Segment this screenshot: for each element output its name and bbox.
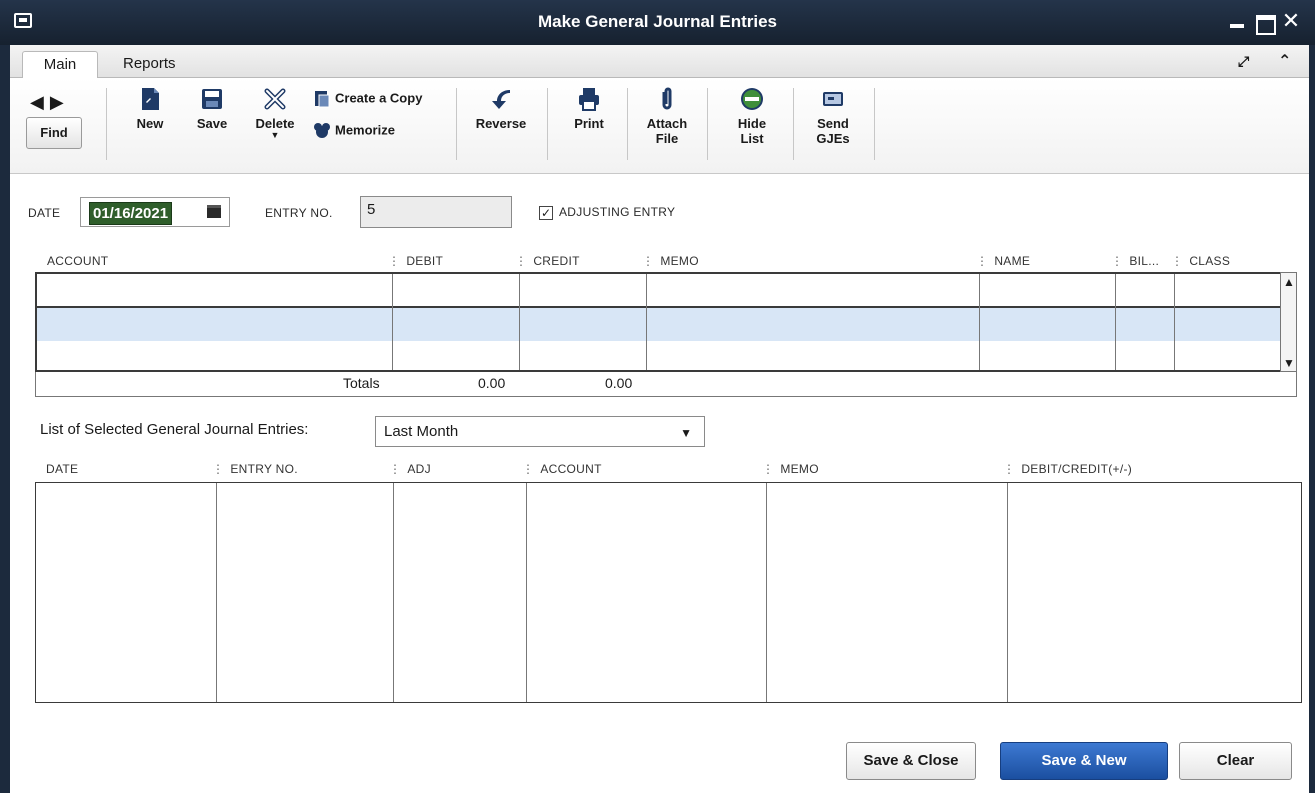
column-header-name[interactable]: ⋮ NAME	[976, 254, 1030, 268]
totals-label: Totals	[343, 375, 380, 391]
calendar-icon[interactable]	[207, 205, 221, 218]
column-header-billable[interactable]: ⋮ BIL...	[1111, 254, 1159, 268]
list-divider	[216, 483, 217, 702]
delete-button[interactable]: Delete ▼	[250, 86, 300, 140]
minimize-icon[interactable]	[1226, 10, 1248, 32]
grid-divider	[1115, 274, 1116, 370]
save-disk-icon	[202, 89, 222, 109]
toolbar: ◀▶ Find New Save Delete ▼ Create a Copy …	[10, 78, 1309, 174]
column-header-memo[interactable]: ⋮ MEMO	[642, 254, 699, 268]
save-new-button[interactable]: Save & New	[1000, 742, 1168, 780]
maximize-icon[interactable]	[1253, 10, 1276, 35]
expand-icon[interactable]: ⤢	[1238, 53, 1249, 70]
period-filter-dropdown[interactable]: Last Month ▼	[375, 416, 705, 447]
print-button[interactable]: Print	[568, 86, 610, 131]
grid-divider	[979, 274, 980, 370]
title-bar: Make General Journal Entries ✕	[0, 0, 1315, 45]
scroll-up-icon[interactable]: ▲	[1283, 275, 1295, 289]
close-icon[interactable]: ✕	[1280, 10, 1302, 32]
paperclip-icon	[662, 87, 672, 110]
toolbar-separator	[627, 88, 628, 160]
grid-divider	[646, 274, 647, 370]
send-mail-icon	[823, 92, 843, 106]
printer-icon	[579, 88, 599, 111]
date-field[interactable]: 01/16/2021	[80, 197, 230, 227]
list-header-date[interactable]: DATE	[46, 462, 78, 476]
list-label: List of Selected General Journal Entries…	[40, 421, 309, 438]
hide-list-icon	[741, 88, 763, 110]
send-gjes-button[interactable]: Send GJEs	[810, 86, 856, 146]
journal-window: Make General Journal Entries ✕ Main Repo…	[0, 0, 1315, 793]
list-divider	[1007, 483, 1008, 702]
entry-no-label: ENTRY NO.	[265, 206, 333, 220]
column-header-credit[interactable]: ⋮ CREDIT	[515, 254, 580, 268]
entry-row-selected[interactable]	[37, 308, 1280, 341]
reverse-button[interactable]: Reverse	[468, 86, 534, 131]
save-close-button[interactable]: Save & Close	[846, 742, 976, 780]
new-button[interactable]: New	[132, 86, 168, 131]
chevron-down-icon[interactable]: ▼	[680, 426, 692, 440]
journal-entry-grid[interactable]	[35, 272, 1282, 372]
date-label: DATE	[28, 206, 61, 220]
list-header-entry-no[interactable]: ⋮ ENTRY NO.	[212, 462, 298, 476]
clear-button[interactable]: Clear	[1179, 742, 1292, 780]
tab-main[interactable]: Main	[22, 51, 98, 79]
delete-x-icon	[264, 88, 286, 110]
attach-file-button[interactable]: Attach File	[644, 86, 690, 146]
toolbar-separator	[707, 88, 708, 160]
copy-icon	[315, 91, 330, 108]
list-header-debit-credit[interactable]: ⋮ DEBIT/CREDIT(+/-)	[1003, 462, 1132, 476]
save-button[interactable]: Save	[194, 86, 230, 131]
total-credit: 0.00	[605, 375, 633, 391]
tab-reports[interactable]: Reports	[113, 51, 186, 79]
memorize-button[interactable]: Memorize	[313, 122, 395, 140]
column-header-account[interactable]: ACCOUNT	[47, 254, 108, 268]
hide-list-button[interactable]: Hide List	[731, 86, 773, 146]
memorize-icon	[314, 123, 330, 138]
list-header-memo[interactable]: ⋮ MEMO	[762, 462, 819, 476]
entry-no-field[interactable]: 5	[360, 196, 512, 228]
new-document-icon	[142, 88, 159, 110]
toolbar-separator	[793, 88, 794, 160]
entry-row[interactable]	[37, 274, 1280, 308]
create-copy-button[interactable]: Create a Copy	[313, 90, 422, 108]
adjusting-entry-label: ADJUSTING ENTRY	[559, 205, 676, 219]
date-value[interactable]: 01/16/2021	[89, 202, 173, 225]
list-divider	[766, 483, 767, 702]
list-divider	[393, 483, 394, 702]
toolbar-separator	[456, 88, 457, 160]
scroll-down-icon[interactable]: ▼	[1283, 356, 1295, 370]
list-header-adj[interactable]: ⋮ ADJ	[389, 462, 431, 476]
list-header-account[interactable]: ⋮ ACCOUNT	[522, 462, 602, 476]
toolbar-separator	[547, 88, 548, 160]
window-title: Make General Journal Entries	[537, 12, 778, 31]
delete-dropdown-icon[interactable]: ▼	[250, 131, 300, 140]
grid-divider	[1174, 274, 1175, 370]
column-header-debit[interactable]: ⋮ DEBIT	[388, 254, 443, 268]
find-button[interactable]: Find	[26, 117, 82, 149]
grid-divider	[392, 274, 393, 370]
total-debit: 0.00	[478, 375, 506, 391]
reverse-arrow-icon	[492, 90, 510, 109]
period-filter-value: Last Month	[384, 423, 459, 440]
adjusting-entry-checkbox[interactable]: ✓	[539, 206, 553, 220]
entry-grid-scrollbar[interactable]: ▲ ▼	[1280, 272, 1297, 372]
column-header-class[interactable]: ⋮ CLASS	[1171, 254, 1230, 268]
list-divider	[526, 483, 527, 702]
toolbar-separator	[106, 88, 107, 160]
grid-divider	[519, 274, 520, 370]
journal-entries-list[interactable]	[35, 482, 1302, 703]
toolbar-separator	[874, 88, 875, 160]
totals-row: Totals 0.00 0.00	[35, 372, 1297, 397]
tab-bar: Main Reports ⤢ ⌃	[10, 45, 1309, 79]
chevron-up-icon[interactable]: ⌃	[1278, 51, 1291, 71]
prev-next-arrows-icon[interactable]: ◀▶	[30, 92, 70, 113]
